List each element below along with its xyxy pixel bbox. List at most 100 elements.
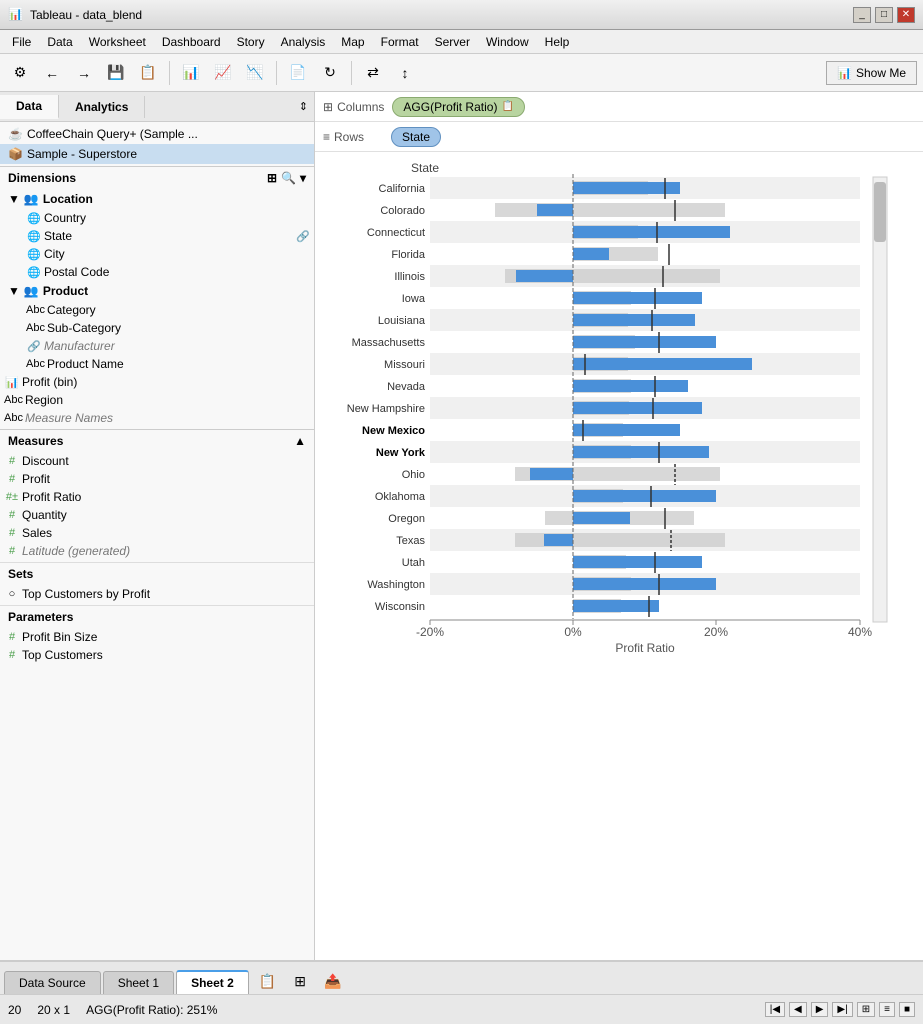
- datasource-coffeechain[interactable]: ☕ CoffeeChain Query+ (Sample ...: [0, 124, 314, 144]
- menu-item-data[interactable]: Data: [39, 33, 80, 51]
- city-label: City: [44, 247, 310, 261]
- refresh-button[interactable]: ↻: [316, 59, 344, 87]
- grid-icon[interactable]: ⊞: [267, 171, 277, 185]
- show-me-button[interactable]: 📊 Show Me: [826, 61, 917, 85]
- meas-profitratio[interactable]: #± Profit Ratio: [0, 488, 314, 506]
- chart-type-button[interactable]: 📊: [177, 59, 205, 87]
- param-profitbinsize[interactable]: # Profit Bin Size: [0, 628, 314, 646]
- product-group-header[interactable]: ▼ 👥 Product: [0, 281, 314, 301]
- chart-type3-button[interactable]: 📉: [241, 59, 269, 87]
- analytics-tab[interactable]: Analytics: [59, 96, 145, 118]
- location-group-header[interactable]: ▼ 👥 Location: [0, 189, 314, 209]
- main-layout: Data Analytics ⇕ ☕ CoffeeChain Query+ (S…: [0, 92, 923, 960]
- menu-item-analysis[interactable]: Analysis: [273, 33, 334, 51]
- menu-item-server[interactable]: Server: [427, 33, 478, 51]
- rows-pill[interactable]: State: [391, 127, 441, 147]
- dim-productname[interactable]: Abc Product Name: [0, 355, 314, 373]
- back-button[interactable]: ←: [38, 59, 66, 87]
- swap-button[interactable]: ⇄: [359, 59, 387, 87]
- meas-quantity[interactable]: # Quantity: [0, 506, 314, 524]
- sales-label: Sales: [22, 526, 310, 540]
- toolbar: ⚙ ← → 💾 📋 📊 📈 📉 📄 ↻ ⇄ ↕ 📊 Show Me: [0, 54, 923, 92]
- dim-subcategory[interactable]: Abc Sub-Category: [0, 319, 314, 337]
- nav-list-button[interactable]: ≡: [879, 1002, 895, 1017]
- tab-sheet1[interactable]: Sheet 1: [103, 971, 174, 994]
- separator-3: [351, 61, 352, 85]
- duplicate-sheet-icon[interactable]: ⊞: [286, 969, 314, 994]
- present-icon[interactable]: 📤: [316, 969, 349, 994]
- param-topcustomers[interactable]: # Top Customers: [0, 646, 314, 664]
- region-label: Region: [25, 393, 310, 407]
- svg-text:New York: New York: [376, 447, 426, 459]
- down-arrow-icon[interactable]: ▾: [300, 171, 306, 185]
- dim-region[interactable]: Abc Region: [0, 391, 314, 409]
- new-sheet-icon[interactable]: 📋: [251, 969, 284, 994]
- rows-lines-icon: ≡: [323, 130, 330, 144]
- tab-datasource[interactable]: Data Source: [4, 971, 101, 994]
- columns-pill[interactable]: AGG(Profit Ratio) 📋: [392, 97, 524, 117]
- nav-grid-button[interactable]: ⊞: [857, 1002, 875, 1017]
- measurenames-label: Measure Names: [25, 411, 310, 425]
- set-topcustomers[interactable]: ○ Top Customers by Profit: [0, 585, 314, 603]
- minimize-button[interactable]: _: [853, 7, 871, 23]
- dim-state[interactable]: 🌐 State 🔗: [0, 227, 314, 245]
- globe-icon-postal: 🌐: [26, 266, 42, 279]
- new-button[interactable]: ⚙: [6, 59, 34, 87]
- productname-label: Product Name: [47, 357, 310, 371]
- tab-sheet2[interactable]: Sheet 2: [176, 970, 249, 994]
- dim-category[interactable]: Abc Category: [0, 301, 314, 319]
- close-button[interactable]: ✕: [897, 7, 915, 23]
- product-group-icon: 👥: [24, 284, 39, 298]
- coffeechain-label: CoffeeChain Query+ (Sample ...: [27, 127, 198, 141]
- nav-last-button[interactable]: ▶|: [832, 1002, 852, 1017]
- save-button[interactable]: 💾: [102, 59, 130, 87]
- columns-label: ⊞ Columns: [323, 100, 384, 114]
- svg-text:Profit Ratio: Profit Ratio: [615, 641, 675, 655]
- dim-postal[interactable]: 🌐 Postal Code: [0, 263, 314, 281]
- dim-city[interactable]: 🌐 City: [0, 245, 314, 263]
- dim-manufacturer[interactable]: 🔗 Manufacturer: [0, 337, 314, 355]
- agg-status: AGG(Profit Ratio): 251%: [86, 1003, 217, 1017]
- svg-text:Massachusetts: Massachusetts: [352, 337, 426, 349]
- add-datasource-button[interactable]: 📋: [134, 59, 162, 87]
- nav-first-button[interactable]: |◀: [765, 1002, 785, 1017]
- dim-country[interactable]: 🌐 Country: [0, 209, 314, 227]
- chart-type2-button[interactable]: 📈: [209, 59, 237, 87]
- link-icon: 🔗: [296, 230, 310, 243]
- nav-stop-button[interactable]: ■: [899, 1002, 915, 1017]
- measures-section: Measures ▲ # Discount # Profit #± Profit…: [0, 429, 314, 560]
- menu-item-help[interactable]: Help: [537, 33, 578, 51]
- link-icon-mfr: 🔗: [26, 340, 42, 353]
- sort-button[interactable]: ↕: [391, 59, 419, 87]
- chart-viewport[interactable]: State .state-text { font-size: 11px; fil…: [315, 152, 923, 960]
- menu-item-worksheet[interactable]: Worksheet: [81, 33, 154, 51]
- params-header: Parameters: [0, 606, 314, 628]
- maximize-button[interactable]: □: [875, 7, 893, 23]
- scroll-up-icon[interactable]: ▲: [294, 434, 306, 448]
- menu-item-format[interactable]: Format: [373, 33, 427, 51]
- meas-latitude[interactable]: # Latitude (generated): [0, 542, 314, 560]
- dim-profitbin[interactable]: 📊 Profit (bin): [0, 373, 314, 391]
- menu-item-story[interactable]: Story: [229, 33, 273, 51]
- dim-measurenames[interactable]: Abc Measure Names: [0, 409, 314, 427]
- forward-button[interactable]: →: [70, 59, 98, 87]
- nav-next-button[interactable]: ▶: [811, 1002, 829, 1017]
- svg-text:Texas: Texas: [396, 535, 425, 547]
- menu-item-file[interactable]: File: [4, 33, 39, 51]
- data-tab[interactable]: Data: [0, 95, 59, 119]
- menu-item-window[interactable]: Window: [478, 33, 537, 51]
- menu-item-dashboard[interactable]: Dashboard: [154, 33, 229, 51]
- meas-profit[interactable]: # Profit: [0, 470, 314, 488]
- separator-1: [169, 61, 170, 85]
- svg-text:0%: 0%: [564, 625, 582, 639]
- duplicate-button[interactable]: 📄: [284, 59, 312, 87]
- left-panel: Data Analytics ⇕ ☕ CoffeeChain Query+ (S…: [0, 92, 315, 960]
- datasource-superstore[interactable]: 📦 Sample - Superstore: [0, 144, 314, 164]
- menu-item-map[interactable]: Map: [333, 33, 372, 51]
- meas-discount[interactable]: # Discount: [0, 452, 314, 470]
- svg-text:Ohio: Ohio: [402, 469, 425, 481]
- nav-prev-button[interactable]: ◀: [789, 1002, 807, 1017]
- search-icon[interactable]: 🔍: [281, 171, 296, 185]
- meas-sales[interactable]: # Sales: [0, 524, 314, 542]
- columns-pill-text: AGG(Profit Ratio): [403, 100, 497, 114]
